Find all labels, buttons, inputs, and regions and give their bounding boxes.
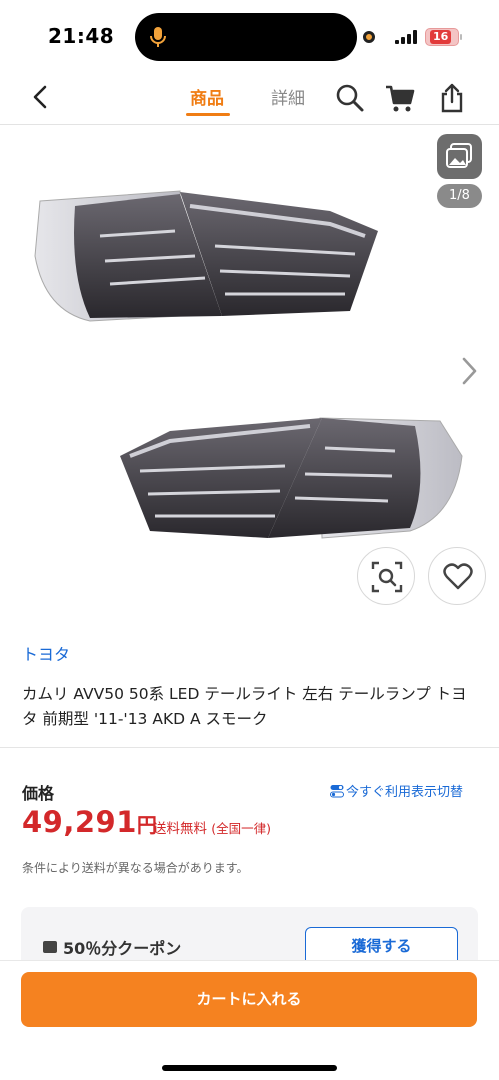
cart-icon[interactable] xyxy=(384,82,416,114)
product-title: カムリ AVV50 50系 LED テールライト 左右 テールランプ トヨタ 前… xyxy=(22,685,467,728)
tab-product[interactable]: 商品 xyxy=(190,84,224,109)
price-label: 価格 xyxy=(22,784,55,803)
share-icon[interactable] xyxy=(436,82,468,114)
brand-link[interactable]: トヨタ xyxy=(22,641,70,665)
favorite-button[interactable] xyxy=(428,547,486,605)
gallery-icon xyxy=(446,143,472,168)
shipping-free-label: 送料無料 xyxy=(153,821,207,837)
coupon-label: 50％分クーポン xyxy=(43,935,181,959)
clock: 21:48 xyxy=(48,24,115,48)
navigation-bar: 商品 詳細 xyxy=(0,72,499,125)
home-indicator xyxy=(162,1065,337,1071)
coupon-label-text: 50％分クーポン xyxy=(63,939,182,958)
product-image-gallery[interactable] xyxy=(0,126,499,616)
image-page-counter: 1/8 xyxy=(437,184,482,208)
price: 49,291円 xyxy=(22,805,157,839)
gallery-button[interactable] xyxy=(437,134,482,179)
signal-icon xyxy=(395,30,417,44)
recording-dot-icon xyxy=(363,31,375,43)
shipping-info: 送料無料 (全国一律) xyxy=(153,817,271,837)
dynamic-island xyxy=(135,13,357,61)
shipping-note: (全国一律) xyxy=(211,821,272,836)
back-chevron-icon[interactable] xyxy=(26,82,56,112)
display-switch-label: 今すぐ利用表示切替 xyxy=(346,785,464,800)
coupon-icon xyxy=(43,941,57,953)
image-search-button[interactable] xyxy=(357,547,415,605)
battery-icon: 16 xyxy=(425,28,462,46)
status-bar: 21:48 16 xyxy=(0,0,499,72)
add-to-cart-button[interactable]: カートに入れる xyxy=(21,972,477,1027)
battery-level: 16 xyxy=(430,30,452,44)
bottom-action-bar: カートに入れる xyxy=(0,960,499,1080)
microphone-icon xyxy=(150,27,166,47)
search-icon[interactable] xyxy=(334,82,366,114)
price-amount: 49,291 xyxy=(22,805,137,839)
tab-details[interactable]: 詳細 xyxy=(271,84,305,109)
heart-icon xyxy=(443,563,473,590)
product-image xyxy=(34,190,463,539)
toggle-icon xyxy=(330,785,344,798)
display-switch-link[interactable]: 今すぐ利用表示切替 xyxy=(330,781,463,800)
divider xyxy=(0,747,499,748)
image-search-icon xyxy=(371,561,403,593)
shipping-condition-note: 条件により送料が異なる場合があります。 xyxy=(22,861,249,875)
chevron-right-icon[interactable] xyxy=(455,353,483,389)
active-tab-indicator xyxy=(186,113,230,116)
